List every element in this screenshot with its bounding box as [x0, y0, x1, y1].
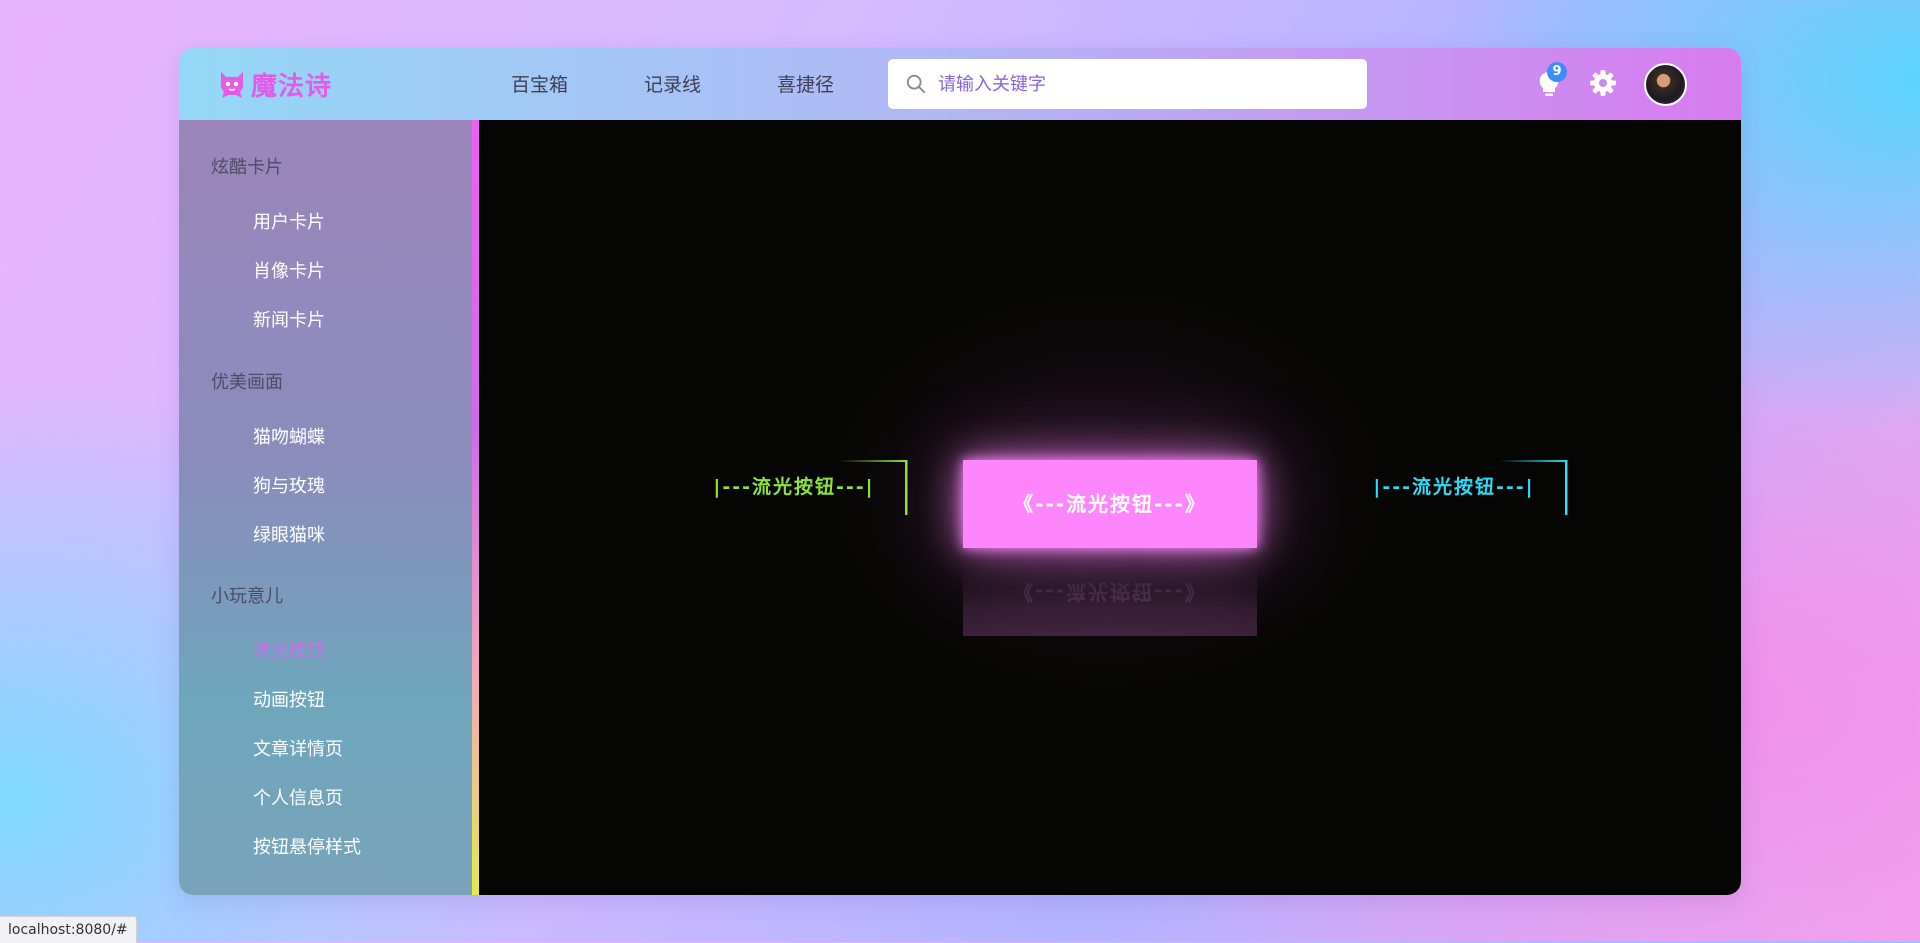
sidebar-item-glow-button[interactable]: 流光按钮 [253, 637, 325, 663]
nav-item-shortcut[interactable]: 喜捷径 [777, 70, 834, 97]
logo-text: 魔法诗 [251, 71, 333, 102]
logo[interactable]: 魔法诗 [216, 64, 332, 104]
sidebar-item-dog-and-rose[interactable]: 狗与玫瑰 [253, 472, 325, 498]
sidebar-item-cat-kiss-butterfly[interactable]: 猫吻蝴蝶 [253, 423, 325, 449]
sidebar-item-news-card[interactable]: 新闻卡片 [253, 306, 325, 332]
search-icon [906, 74, 926, 94]
search-input[interactable] [936, 72, 1340, 96]
header-bar: 魔法诗 百宝箱 记录线 喜捷径 9 [179, 48, 1741, 120]
sidebar-item-green-eyed-cat[interactable]: 绿眼猫咪 [253, 521, 325, 547]
gear-icon[interactable] [1588, 68, 1618, 98]
glow-button-pink[interactable]: 《---流光按钮---》 [963, 460, 1257, 548]
nav-item-treasure-box[interactable]: 百宝箱 [511, 70, 568, 97]
sidebar-divider [472, 120, 479, 895]
button-stage: |---流光按钮---| 《---流光按钮---》 《---流光按钮---》 |… [479, 120, 1741, 895]
notification-badge: 9 [1547, 62, 1567, 82]
app-window: 魔法诗 百宝箱 记录线 喜捷径 9 [179, 48, 1741, 895]
avatar[interactable] [1644, 63, 1687, 106]
search-box[interactable] [888, 59, 1367, 109]
sidebar-group-beautiful-scenes[interactable]: 优美画面 [211, 368, 283, 394]
nav-item-record-line[interactable]: 记录线 [644, 70, 701, 97]
sidebar-group-gadgets[interactable]: 小玩意儿 [211, 582, 283, 608]
corner-bracket-cyan [1499, 460, 1568, 515]
corner-bracket-green [839, 460, 908, 515]
sidebar-item-article-detail[interactable]: 文章详情页 [253, 735, 343, 761]
sidebar-item-user-card[interactable]: 用户卡片 [253, 208, 325, 234]
cat-logo-icon [220, 72, 244, 98]
sidebar-item-animated-button[interactable]: 动画按钮 [253, 686, 325, 712]
top-nav: 百宝箱 记录线 喜捷径 [511, 70, 910, 97]
sidebar-item-portrait-card[interactable]: 肖像卡片 [253, 257, 325, 283]
sidebar-group-cool-cards[interactable]: 炫酷卡片 [211, 153, 283, 179]
sidebar-item-button-hover[interactable]: 按钮悬停样式 [253, 833, 361, 859]
sidebar: 炫酷卡片 用户卡片 肖像卡片 新闻卡片 优美画面 猫吻蝴蝶 狗与玫瑰 绿眼猫咪 … [179, 120, 472, 895]
status-bar-url: localhost:8080/# [0, 916, 137, 943]
sidebar-item-profile-page[interactable]: 个人信息页 [253, 784, 343, 810]
glow-button-reflection: 《---流光按钮---》 [963, 548, 1257, 636]
